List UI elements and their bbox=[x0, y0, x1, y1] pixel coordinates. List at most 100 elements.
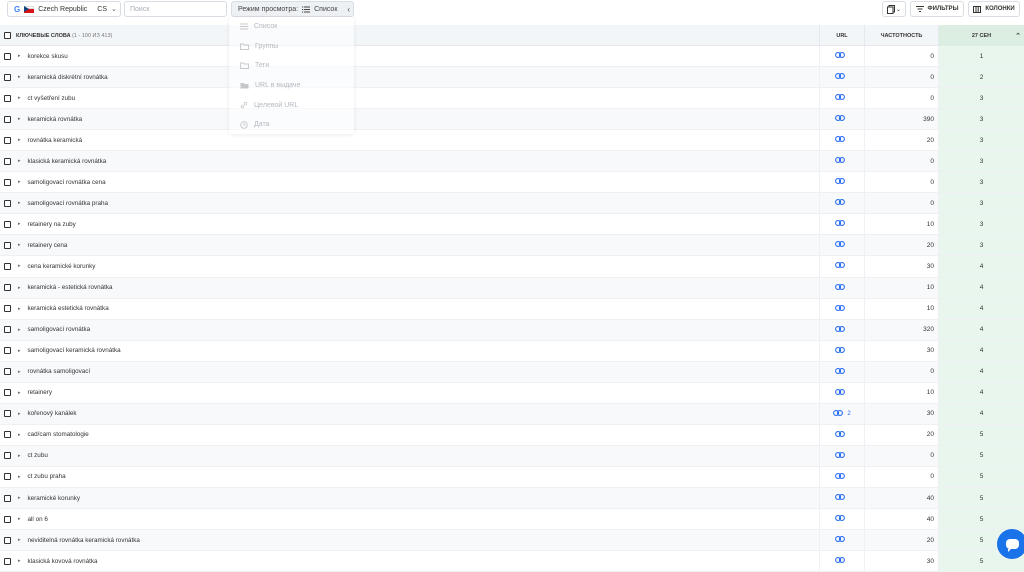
url-cell[interactable] bbox=[819, 214, 864, 235]
expand-icon[interactable]: ▸ bbox=[18, 116, 21, 122]
view-menu-item-date[interactable]: Дата bbox=[229, 115, 354, 135]
export-button[interactable]: ⌄ bbox=[882, 1, 906, 17]
link-icon[interactable] bbox=[835, 283, 845, 292]
header-url[interactable]: URL bbox=[819, 25, 864, 46]
row-checkbox[interactable] bbox=[4, 305, 11, 313]
table-row[interactable]: ▸ kořenový kanálek 2 30 4 bbox=[0, 403, 1024, 425]
search-input[interactable] bbox=[130, 5, 221, 13]
url-cell[interactable] bbox=[819, 151, 864, 172]
link-icon[interactable] bbox=[835, 199, 845, 207]
url-cell[interactable] bbox=[819, 67, 864, 88]
expand-icon[interactable]: ▸ bbox=[18, 537, 21, 543]
row-checkbox[interactable] bbox=[4, 73, 11, 81]
row-checkbox[interactable] bbox=[4, 284, 11, 292]
table-row[interactable]: ▸ keramická - estetická rovnátka 10 4 bbox=[0, 277, 1024, 299]
link-icon[interactable] bbox=[835, 241, 845, 249]
row-checkbox[interactable] bbox=[4, 473, 11, 481]
link-icon[interactable] bbox=[835, 388, 845, 397]
link-icon[interactable] bbox=[835, 346, 845, 355]
table-row[interactable]: ▸ retainery na zuby 10 3 bbox=[0, 214, 1024, 236]
url-cell[interactable]: 2 bbox=[819, 403, 864, 424]
expand-icon[interactable]: ▸ bbox=[18, 242, 21, 248]
row-checkbox[interactable] bbox=[4, 262, 11, 270]
view-menu-item-serp-url[interactable]: URL в выдаче bbox=[229, 76, 354, 96]
link-icon[interactable] bbox=[835, 136, 845, 144]
link-icon[interactable] bbox=[835, 325, 845, 334]
link-icon[interactable] bbox=[835, 367, 845, 376]
row-checkbox[interactable] bbox=[4, 557, 11, 565]
url-cell[interactable] bbox=[819, 235, 864, 256]
expand-icon[interactable]: ▸ bbox=[18, 495, 21, 501]
expand-icon[interactable]: ▸ bbox=[18, 95, 21, 101]
expand-icon[interactable]: ▸ bbox=[18, 200, 21, 206]
link-icon[interactable] bbox=[835, 157, 845, 165]
header-date[interactable]: 27 СЕН ⌃ bbox=[938, 25, 1024, 46]
link-icon[interactable] bbox=[835, 178, 845, 186]
filters-button[interactable]: ФИЛЬТРЫ bbox=[910, 1, 964, 17]
view-mode-selector[interactable]: Режим просмотра: Список ‹ bbox=[231, 1, 354, 17]
link-icon[interactable] bbox=[835, 304, 845, 313]
url-cell[interactable] bbox=[819, 340, 864, 361]
row-checkbox[interactable] bbox=[4, 241, 11, 249]
row-checkbox[interactable] bbox=[4, 94, 11, 102]
link-icon[interactable] bbox=[835, 451, 845, 460]
row-checkbox[interactable] bbox=[4, 410, 11, 418]
url-cell[interactable] bbox=[819, 361, 864, 382]
table-row[interactable]: ▸ rovnátka samoligovací 0 4 bbox=[0, 361, 1024, 383]
expand-icon[interactable]: ▸ bbox=[18, 516, 21, 522]
expand-icon[interactable]: ▸ bbox=[18, 558, 21, 564]
link-icon[interactable] bbox=[835, 430, 845, 439]
table-row[interactable]: ▸ ct zubu 0 5 bbox=[0, 445, 1024, 467]
view-menu-item-list[interactable]: Список bbox=[229, 17, 354, 37]
region-selector[interactable]: G Czech Republic CS ⌄ bbox=[7, 1, 121, 17]
table-row[interactable]: ▸ retainery 10 4 bbox=[0, 382, 1024, 404]
view-menu-item-target-url[interactable]: Целевой URL bbox=[229, 95, 354, 115]
url-cell[interactable] bbox=[819, 466, 864, 487]
link-icon[interactable] bbox=[835, 536, 845, 544]
link-icon[interactable] bbox=[835, 515, 845, 523]
link-icon[interactable] bbox=[835, 73, 845, 81]
search-box[interactable] bbox=[124, 1, 227, 17]
table-row[interactable]: ▸ samoligovací rovnátka 320 4 bbox=[0, 319, 1024, 341]
expand-icon[interactable]: ▸ bbox=[18, 369, 21, 375]
row-checkbox[interactable] bbox=[4, 199, 11, 207]
view-menu-item-tags[interactable]: Теги bbox=[229, 56, 354, 76]
row-checkbox[interactable] bbox=[4, 431, 11, 439]
table-row[interactable]: ▸ cena keramické korunky 30 4 bbox=[0, 256, 1024, 278]
url-cell[interactable] bbox=[819, 382, 864, 403]
table-row[interactable]: ▸ samoligovací rovnátka praha 0 3 bbox=[0, 193, 1024, 215]
row-checkbox[interactable] bbox=[4, 220, 11, 228]
expand-icon[interactable]: ▸ bbox=[18, 327, 21, 333]
table-row[interactable]: ▸ samoligovací rovnátka cena 0 3 bbox=[0, 172, 1024, 194]
table-row[interactable]: ▸ keramické korunky 40 5 bbox=[0, 487, 1024, 510]
row-checkbox[interactable] bbox=[4, 52, 11, 60]
url-cell[interactable] bbox=[819, 551, 864, 572]
url-cell[interactable] bbox=[819, 319, 864, 340]
expand-icon[interactable]: ▸ bbox=[18, 74, 21, 80]
link-icon[interactable] bbox=[835, 557, 845, 565]
table-row[interactable]: ▸ rovnátka keramická 20 3 bbox=[0, 130, 1024, 152]
table-row[interactable]: ▸ keramická estetická rovnátka 10 4 bbox=[0, 298, 1024, 320]
url-cell[interactable] bbox=[819, 256, 864, 277]
url-cell[interactable] bbox=[819, 88, 864, 109]
row-checkbox[interactable] bbox=[4, 178, 11, 186]
chat-button[interactable] bbox=[997, 529, 1024, 559]
row-checkbox[interactable] bbox=[4, 115, 11, 123]
url-cell[interactable] bbox=[819, 172, 864, 193]
link-icon[interactable] bbox=[835, 494, 845, 502]
table-row[interactable]: ▸ samoligovací keramická rovnátka 30 4 bbox=[0, 340, 1024, 362]
link-icon[interactable] bbox=[835, 262, 845, 270]
link-icon[interactable] bbox=[833, 409, 844, 418]
row-checkbox[interactable] bbox=[4, 368, 11, 376]
url-cell[interactable] bbox=[819, 530, 864, 551]
row-checkbox[interactable] bbox=[4, 347, 11, 355]
table-row[interactable]: ▸ all on 6 40 5 bbox=[0, 509, 1024, 531]
table-row[interactable]: ▸ keramická diskrétní rovnátka 0 2 bbox=[0, 67, 1024, 89]
table-row[interactable]: ▸ klasická kovová rovnátka 30 5 bbox=[0, 551, 1024, 572]
table-row[interactable]: ▸ keramická rovnátka 390 3 bbox=[0, 109, 1024, 131]
url-cell[interactable] bbox=[819, 509, 864, 530]
expand-icon[interactable]: ▸ bbox=[18, 179, 21, 185]
table-row[interactable]: ▸ ct vyšetření zubu 0 3 bbox=[0, 88, 1024, 110]
expand-icon[interactable]: ▸ bbox=[18, 474, 21, 480]
expand-icon[interactable]: ▸ bbox=[18, 53, 21, 59]
